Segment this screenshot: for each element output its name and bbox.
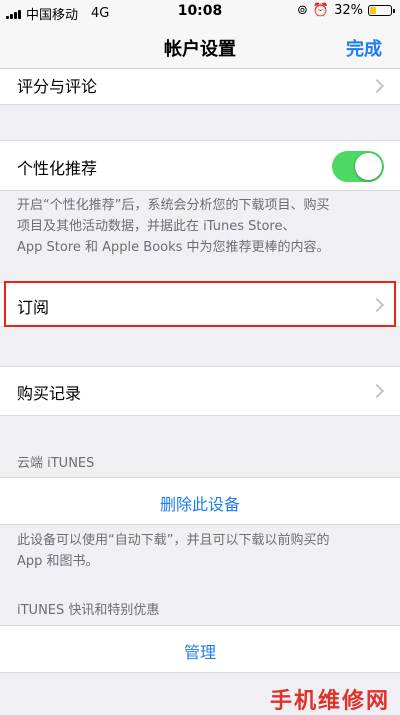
subscriptions-label: 订阅	[17, 298, 50, 317]
purchase-history-label: 购买记录	[17, 384, 82, 403]
chevron-right-icon	[369, 78, 385, 94]
purchase-history-row[interactable]: 购买记录	[0, 366, 400, 416]
battery-percent: 32%	[334, 3, 363, 18]
personalized-desc-line3: App Store 和 Apple Books 中为您推荐更棒的内容。	[17, 240, 330, 255]
manage-row[interactable]: 管理	[0, 625, 400, 673]
personalized-recommendations-toggle[interactable]	[332, 151, 384, 182]
personalized-recommendations-label: 个性化推荐	[17, 159, 98, 178]
page-title: 帐户设置	[164, 39, 236, 60]
device-desc-line1: 此设备可以使用“自动下载”，并且可以下载以前购买的	[17, 533, 330, 548]
remove-device-button[interactable]: 删除此设备	[0, 491, 400, 515]
manage-button[interactable]: 管理	[0, 639, 400, 663]
remove-device-row[interactable]: 删除此设备	[0, 477, 400, 525]
rotation-lock-icon: ⊚	[297, 3, 308, 18]
battery-fill	[370, 7, 377, 14]
battery-icon	[368, 5, 395, 16]
status-right: ⊚ ⏰ 32%	[297, 3, 395, 18]
personalized-desc-line2: 项目及其他活动数据，并据此在 iTunes Store、	[17, 219, 296, 234]
section-header-itunes-cloud: 云端 iTUNES	[17, 456, 95, 471]
ratings-reviews-label: 评分与评论	[17, 77, 98, 96]
chevron-right-icon	[369, 383, 385, 399]
nav-bar: 帐户设置 完成	[0, 24, 400, 69]
alarm-icon: ⏰	[312, 3, 330, 18]
personalized-desc-line1: 开启“个性化推荐”后，系统会分析您的下载项目、购买	[17, 198, 330, 213]
section-header-itunes-news: iTUNES 快讯和特别优惠	[17, 603, 160, 618]
chevron-right-icon	[369, 297, 385, 313]
personalized-recommendations-row: 个性化推荐	[0, 140, 400, 191]
done-button[interactable]: 完成	[346, 35, 382, 61]
subscriptions-row[interactable]: 订阅	[0, 282, 400, 327]
personalized-description: 开启“个性化推荐”后，系统会分析您的下载项目、购买 项目及其他活动数据，并据此在…	[17, 195, 389, 258]
status-bar: 中国移动 4G 10:08 ⊚ ⏰ 32%	[0, 0, 400, 24]
device-description: 此设备可以使用“自动下载”，并且可以下载以前购买的 App 和图书。	[17, 530, 389, 572]
toggle-knob	[355, 153, 382, 180]
device-desc-line2: App 和图书。	[17, 554, 99, 569]
watermark: 手机维修网	[269, 689, 390, 714]
ratings-reviews-row[interactable]: 评分与评论	[0, 69, 400, 105]
